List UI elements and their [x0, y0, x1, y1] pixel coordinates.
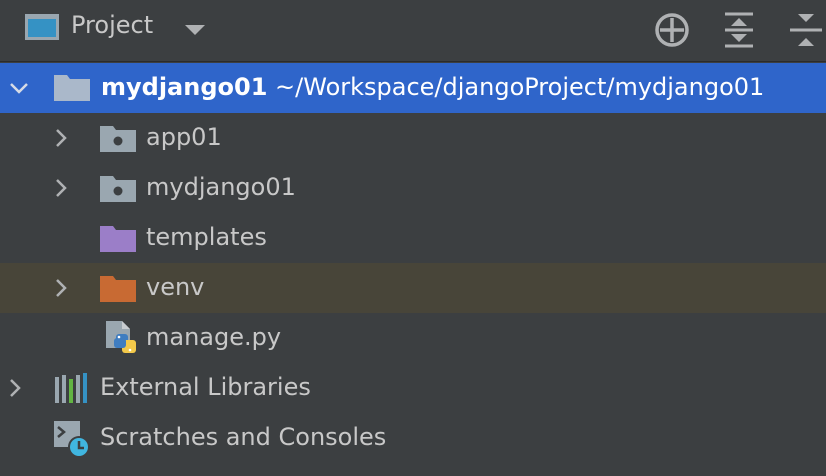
chevron-right-icon[interactable] [52, 176, 70, 200]
tree-item-label: templates [146, 223, 267, 251]
chevron-down-icon[interactable] [184, 24, 206, 36]
chevron-right-icon[interactable] [52, 126, 70, 150]
expand-all-icon[interactable] [719, 10, 759, 50]
project-window-icon[interactable] [24, 13, 60, 41]
tree-item-manage-py[interactable]: manage.py [0, 313, 826, 363]
project-folder-icon [54, 75, 90, 101]
tree-item-label: app01 [146, 123, 222, 151]
locate-target-icon[interactable] [652, 10, 692, 50]
tool-window-title[interactable]: Project [71, 10, 153, 40]
excluded-folder-icon [100, 276, 136, 302]
python-file-icon [106, 321, 136, 353]
root-name: mydjango01 [101, 73, 268, 101]
tree-item-app01[interactable]: app01 [0, 113, 826, 163]
tree-item-label: venv [146, 273, 205, 301]
project-tool-window-header: Project [0, 0, 826, 62]
chevron-right-icon[interactable] [52, 276, 70, 300]
collapse-all-icon[interactable] [786, 10, 826, 50]
tree-item-venv[interactable]: venv [0, 263, 826, 313]
root-label: mydjango01 ~/Workspace/djangoProject/myd… [101, 72, 764, 102]
tree-item-label: External Libraries [100, 373, 311, 401]
tree-item-label: mydjango01 [146, 173, 296, 201]
templates-folder-icon [100, 226, 136, 252]
tree-item-label: Scratches and Consoles [100, 423, 387, 451]
tree-item-external-libraries[interactable]: External Libraries [0, 363, 826, 413]
chevron-expanded-icon[interactable] [8, 76, 30, 100]
chevron-right-icon[interactable] [6, 376, 24, 400]
tree-item-templates[interactable]: templates [0, 213, 826, 263]
python-package-folder-icon [100, 126, 136, 152]
library-icon [55, 373, 87, 403]
root-path: ~/Workspace/djangoProject/mydjango01 [275, 73, 765, 101]
tree-item-scratches[interactable]: Scratches and Consoles [0, 413, 826, 463]
tree-item-mydjango01[interactable]: mydjango01 [0, 163, 826, 213]
python-package-folder-icon [100, 176, 136, 202]
scratches-icon [54, 421, 90, 458]
tree-item-label: manage.py [146, 323, 282, 351]
tree-root-row[interactable]: mydjango01 ~/Workspace/djangoProject/myd… [0, 63, 826, 113]
